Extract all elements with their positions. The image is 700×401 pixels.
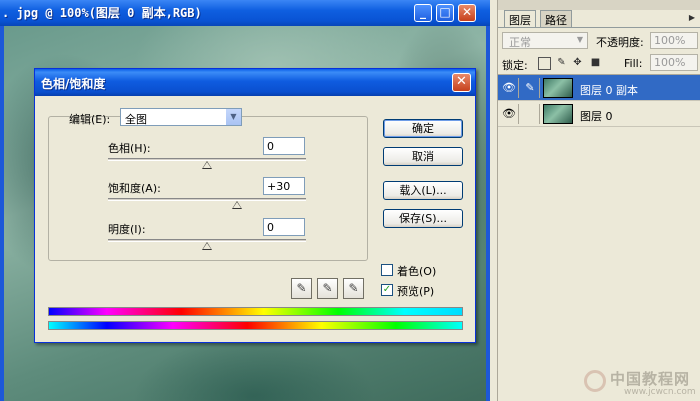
watermark-mark <box>584 370 606 392</box>
document-title: . jpg @ 100%(图层 0 副本,RGB) <box>2 6 202 20</box>
eyedropper-minus-icon[interactable]: ✎ <box>343 278 364 299</box>
lock-transparency-icon[interactable] <box>538 57 551 70</box>
eye-icon[interactable]: 👁 <box>500 78 519 98</box>
load-button[interactable]: 载入(L)... <box>383 181 463 200</box>
document-close-button[interactable]: ✕ <box>458 4 476 22</box>
eyedropper-plus-icon[interactable]: ✎ <box>317 278 338 299</box>
layer-name: 图层 0 <box>580 110 613 123</box>
blend-mode-select[interactable]: 正常 ▼ <box>502 32 588 49</box>
layer-thumbnail <box>543 78 573 98</box>
watermark-url: www.jcwcn.com <box>624 387 696 397</box>
saturation-slider-track[interactable] <box>108 198 306 201</box>
output-color-bar <box>48 321 463 330</box>
hue-saturation-dialog: 色相/饱和度 ✕ 编辑(E): 全图 ▼ 色相(H): 0 饱和度(A): +3… <box>34 68 476 343</box>
layers-panel: 图层 路径 ▶ 正常 ▼ 不透明度: 100% 锁定: ✎ ✥ ■ Fill: … <box>497 0 700 401</box>
panel-grip[interactable] <box>498 0 700 10</box>
saturation-input[interactable]: +30 <box>263 177 305 195</box>
hue-label: 色相(H): <box>108 142 151 155</box>
colorize-checkbox[interactable] <box>381 264 393 276</box>
layer-name: 图层 0 副本 <box>580 84 638 97</box>
minimize-button[interactable]: _ <box>414 4 432 22</box>
document-scrollbar[interactable] <box>486 26 490 401</box>
fill-input[interactable]: 100% <box>650 54 698 71</box>
lock-brush-icon[interactable]: ✎ <box>556 57 567 68</box>
lock-label: 锁定: <box>502 59 528 72</box>
saturation-slider-thumb[interactable] <box>231 201 242 209</box>
saturation-label: 饱和度(A): <box>108 182 161 195</box>
edit-select-value: 全图 <box>125 113 147 126</box>
lightness-slider-thumb[interactable] <box>202 242 212 250</box>
edit-label: 编辑(E): <box>69 113 111 126</box>
ok-button[interactable]: 确定 <box>383 119 463 138</box>
link-cell[interactable] <box>521 104 540 124</box>
layer-thumbnail <box>543 104 573 124</box>
edit-select[interactable]: 全图 ▼ <box>120 108 242 126</box>
preview-label: 预览(P) <box>397 285 435 298</box>
layer-row[interactable]: 👁 图层 0 <box>498 101 700 127</box>
preview-checkbox[interactable]: ✓ <box>381 284 393 296</box>
cancel-button[interactable]: 取消 <box>383 147 463 166</box>
input-color-bar <box>48 307 463 316</box>
brush-icon[interactable]: ✎ <box>521 78 540 98</box>
opacity-label: 不透明度: <box>596 36 644 49</box>
maximize-button[interactable]: □ <box>436 4 454 22</box>
eyedropper-icon[interactable]: ✎ <box>291 278 312 299</box>
document-titlebar[interactable]: . jpg @ 100%(图层 0 副本,RGB) _ □ ✕ <box>0 0 490 26</box>
tab-paths[interactable]: 路径 <box>540 10 572 27</box>
save-button[interactable]: 保存(S)... <box>383 209 463 228</box>
dialog-title: 色相/饱和度 <box>41 77 106 91</box>
hue-slider-thumb[interactable] <box>202 161 212 169</box>
eye-icon[interactable]: 👁 <box>500 104 519 124</box>
chevron-down-icon: ▼ <box>576 35 583 44</box>
fill-label: Fill: <box>624 57 643 70</box>
opacity-input[interactable]: 100% <box>650 32 698 49</box>
layer-row[interactable]: 👁 ✎ 图层 0 副本 <box>498 75 700 101</box>
chevron-down-icon[interactable]: ▼ <box>225 109 241 125</box>
lightness-label: 明度(I): <box>108 223 146 236</box>
dialog-titlebar[interactable]: 色相/饱和度 ✕ <box>35 69 475 96</box>
hue-input[interactable]: 0 <box>263 137 305 155</box>
tab-layers[interactable]: 图层 <box>504 10 536 27</box>
blend-mode-value: 正常 <box>509 36 531 49</box>
tab-divider <box>498 27 700 28</box>
colorize-label: 着色(O) <box>397 265 437 278</box>
dialog-close-button[interactable]: ✕ <box>452 73 471 92</box>
panel-menu-arrow-icon[interactable]: ▶ <box>689 13 695 22</box>
watermark-logo: 中国教程网 www.jcwcn.com <box>584 368 696 398</box>
lock-move-icon[interactable]: ✥ <box>572 57 583 68</box>
lock-all-icon[interactable]: ■ <box>590 57 601 68</box>
watermark-text: 中国教程网 <box>610 370 691 388</box>
lightness-input[interactable]: 0 <box>263 218 305 236</box>
